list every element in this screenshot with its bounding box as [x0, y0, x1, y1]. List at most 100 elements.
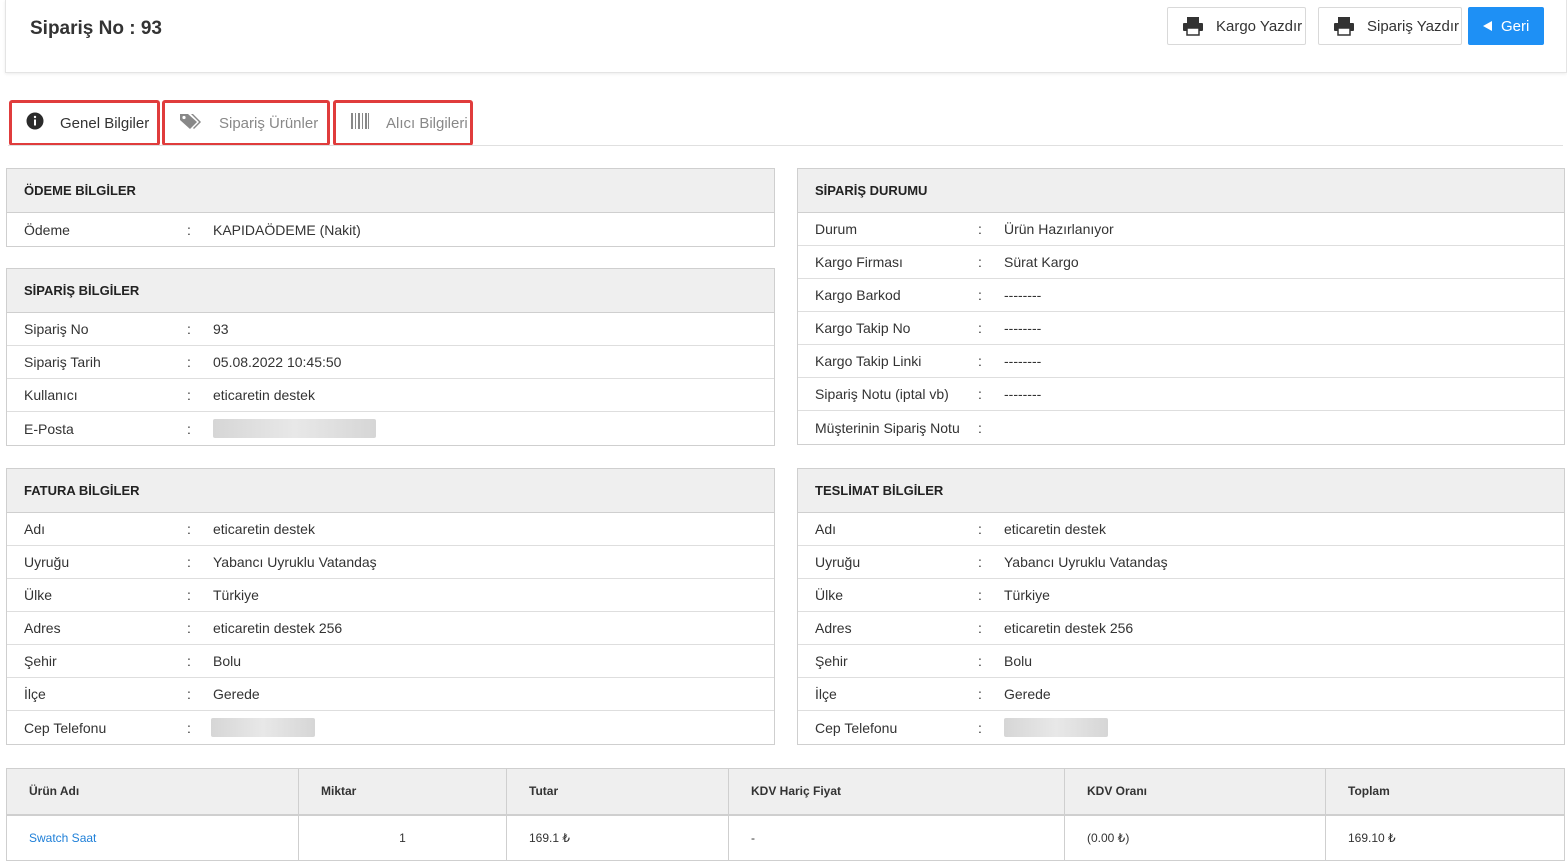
row-value: eticaretin destek: [1004, 521, 1106, 537]
row-label: Durum: [815, 221, 858, 237]
redacted-phone: [211, 718, 315, 737]
row-value: eticaretin destek: [213, 521, 315, 537]
row-label: Ödeme: [24, 221, 70, 238]
printer-icon: [1182, 16, 1204, 36]
row-separator: :: [978, 554, 982, 570]
row-label: Adı: [815, 521, 837, 537]
row-separator: :: [187, 354, 191, 370]
row-separator: :: [978, 287, 982, 303]
tab-label: Alıcı Bilgileri: [386, 114, 468, 132]
row-label: Ülke: [815, 587, 844, 603]
row-separator: :: [187, 221, 191, 238]
row-separator: :: [187, 554, 191, 570]
odeme-bilgiler-panel: ÖDEME BİLGİLER Ödeme : KAPIDAÖDEME (Naki…: [6, 168, 775, 247]
info-row: E-Posta :: [7, 412, 774, 445]
tab-genel-bilgiler[interactable]: Genel Bilgiler: [9, 100, 160, 146]
row-separator: :: [187, 387, 191, 403]
row-value: Yabancı Uyruklu Vatandaş: [213, 554, 377, 570]
geri-button[interactable]: Geri: [1468, 7, 1544, 45]
tab-siparis-urunler[interactable]: Sipariş Ürünler: [162, 100, 330, 146]
row-value: --------: [1004, 353, 1042, 369]
row-label: Şehir: [24, 653, 57, 669]
row-label: Müşterinin Sipariş Notu: [815, 419, 960, 436]
siparis-bilgiler-panel: SİPARİŞ BİLGİLER Sipariş No : 93 Sipariş…: [6, 268, 775, 446]
product-link[interactable]: Swatch Saat: [29, 831, 96, 845]
info-row: Şehir : Bolu: [7, 645, 774, 678]
row-separator: :: [978, 353, 982, 369]
row-label: İlçe: [815, 686, 837, 702]
row-value: Sürat Kargo: [1004, 254, 1079, 270]
info-row: Sipariş Notu (iptal vb) : --------: [798, 378, 1564, 411]
row-value: eticaretin destek 256: [1004, 620, 1134, 636]
row-value: Ürün Hazırlanıyor: [1004, 221, 1114, 237]
siparis-yazdir-label: Sipariş Yazdır: [1367, 17, 1459, 35]
row-separator: :: [978, 521, 982, 537]
amount-cell: 169.1 ₺: [506, 814, 729, 861]
info-row: Durum : Ürün Hazırlanıyor: [798, 213, 1564, 246]
row-value: --------: [1004, 320, 1042, 336]
column-header: KDV Oranı: [1064, 768, 1326, 816]
row-value: 05.08.2022 10:45:50: [213, 354, 342, 370]
row-label: Adres: [24, 620, 61, 636]
row-value: eticaretin destek: [213, 387, 315, 403]
row-separator: :: [978, 254, 982, 270]
row-label: İlçe: [24, 686, 46, 702]
info-row: Kargo Takip Linki : --------: [798, 345, 1564, 378]
tab-label: Genel Bilgiler: [60, 114, 150, 132]
geri-label: Geri: [1501, 17, 1530, 35]
row-label: Kargo Takip No: [815, 320, 911, 336]
tags-icon: [179, 112, 203, 134]
kargo-yazdir-label: Kargo Yazdır: [1216, 17, 1303, 35]
row-label: Kullanıcı: [24, 387, 78, 403]
row-separator: :: [978, 719, 982, 736]
row-label: Adres: [815, 620, 852, 636]
tab-alici-bilgileri[interactable]: Alıcı Bilgileri: [333, 100, 473, 146]
row-label: Cep Telefonu: [815, 719, 898, 736]
info-row: Ödeme : KAPIDAÖDEME (Nakit): [7, 213, 774, 246]
row-label: Sipariş Tarih: [24, 354, 101, 370]
order-products-table: Ürün Adı Miktar Tutar KDV Hariç Fiyat KD…: [6, 768, 1565, 861]
info-row: İlçe : Gerede: [798, 678, 1564, 711]
row-value: Bolu: [1004, 653, 1033, 669]
page-header: Sipariş No : 93 Kargo Yazdır Sipariş Yaz…: [5, 0, 1567, 73]
info-row: Kargo Firması : Sürat Kargo: [798, 246, 1564, 279]
table-row: Swatch Saat 1 169.1 ₺ - (0.00 ₺) 169.10 …: [6, 814, 1565, 861]
info-row: Cep Telefonu :: [7, 711, 774, 744]
row-value: --------: [1004, 386, 1042, 402]
siparis-yazdir-button[interactable]: Sipariş Yazdır: [1318, 7, 1462, 45]
redacted-phone: [1004, 718, 1108, 737]
teslimat-bilgiler-panel: TESLİMAT BİLGİLER Adı : eticaretin deste…: [797, 468, 1565, 745]
panel-title: SİPARİŞ BİLGİLER: [7, 269, 774, 313]
row-label: Cep Telefonu: [24, 719, 107, 736]
kargo-yazdir-button[interactable]: Kargo Yazdır: [1167, 7, 1306, 45]
row-separator: :: [187, 686, 191, 702]
info-row: Adres : eticaretin destek 256: [798, 612, 1564, 645]
panel-title: FATURA BİLGİLER: [7, 469, 774, 513]
info-row: Adı : eticaretin destek: [798, 513, 1564, 546]
fatura-bilgiler-panel: FATURA BİLGİLER Adı : eticaretin destek …: [6, 468, 775, 745]
info-row: Sipariş Tarih : 05.08.2022 10:45:50: [7, 346, 774, 379]
info-row: Müşterinin Sipariş Notu :: [798, 411, 1564, 444]
row-separator: :: [187, 420, 191, 437]
row-value: eticaretin destek 256: [213, 620, 343, 636]
tab-label: Sipariş Ürünler: [219, 114, 319, 132]
row-value: Türkiye: [213, 587, 259, 603]
row-label: Sipariş Notu (iptal vb): [815, 386, 949, 402]
vat-cell: (0.00 ₺): [1064, 814, 1326, 861]
column-header: Miktar: [298, 768, 507, 816]
row-separator: :: [978, 686, 982, 702]
row-value: Gerede: [1004, 686, 1051, 702]
row-separator: :: [978, 320, 982, 336]
row-label: Kargo Takip Linki: [815, 353, 922, 369]
total-cell: 169.10 ₺: [1348, 830, 1396, 845]
row-separator: :: [187, 620, 191, 636]
row-label: Şehir: [815, 653, 848, 669]
row-separator: :: [978, 386, 982, 402]
info-row: Ülke : Türkiye: [798, 579, 1564, 612]
net-price-cell: -: [728, 814, 1065, 861]
panel-title: TESLİMAT BİLGİLER: [798, 469, 1564, 513]
row-separator: :: [978, 221, 982, 237]
siparis-durumu-panel: SİPARİŞ DURUMU Durum : Ürün Hazırlanıyor…: [797, 168, 1565, 445]
row-value: Gerede: [213, 686, 260, 702]
row-separator: :: [978, 620, 982, 636]
